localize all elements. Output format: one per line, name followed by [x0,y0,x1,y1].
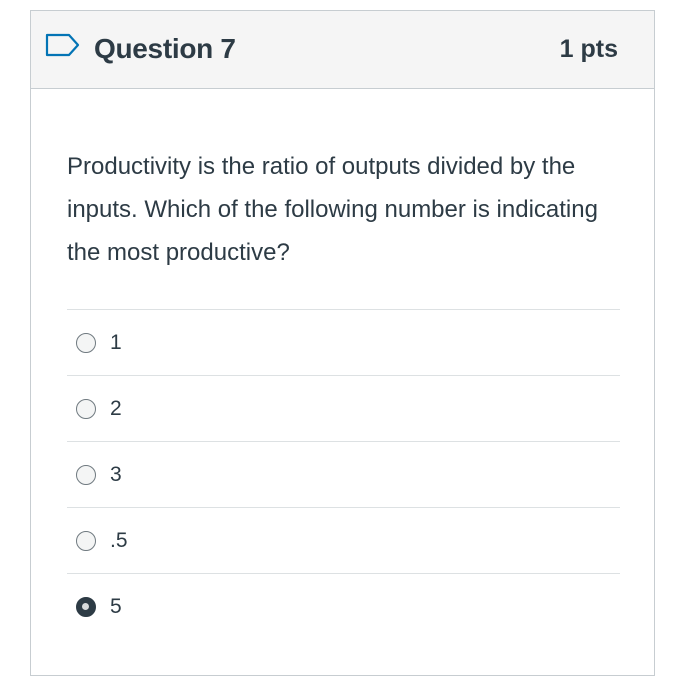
radio-button[interactable] [76,596,96,617]
answer-list: 1 2 3 .5 5 [67,309,620,639]
answer-label: 3 [110,462,122,486]
answer-label: .5 [110,528,128,552]
radio-button[interactable] [76,464,96,485]
flag-outline-icon[interactable] [45,33,81,57]
radio-button[interactable] [76,530,96,551]
answer-option[interactable]: 5 [67,573,620,639]
question-header: Question 7 1 pts [31,11,654,89]
radio-button[interactable] [76,398,96,419]
radio-button[interactable] [76,332,96,353]
question-title: Question 7 [94,33,236,64]
answer-label: 5 [110,594,122,618]
question-card: Question 7 1 pts Productivity is the rat… [30,10,655,676]
answer-option[interactable]: .5 [67,507,620,573]
answer-label: 1 [110,330,122,354]
question-points: 1 pts [559,35,618,63]
answer-label: 2 [110,396,122,420]
answer-option[interactable]: 3 [67,441,620,507]
answer-option[interactable]: 2 [67,375,620,441]
answer-option[interactable]: 1 [67,309,620,375]
question-text: Productivity is the ratio of outputs div… [67,153,598,266]
